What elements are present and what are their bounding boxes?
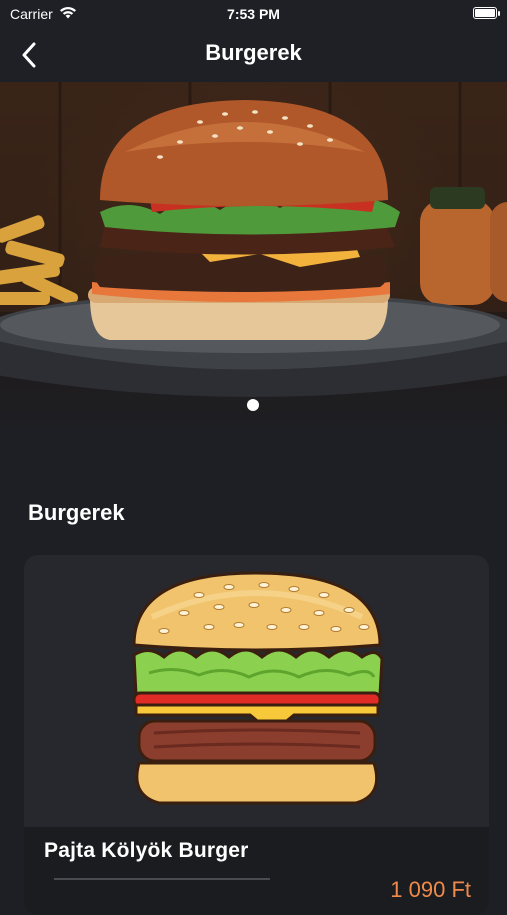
status-bar: Carrier 7:53 PM: [0, 0, 507, 28]
carousel-page-indicator[interactable]: [247, 399, 259, 411]
divider: [54, 878, 270, 880]
section-title: Burgerek: [28, 500, 125, 525]
burger-illustration: [132, 571, 384, 805]
product-name: Pajta Kölyök Burger: [44, 839, 249, 862]
product-card[interactable]: Pajta Kölyök Burger 1 090 Ft: [24, 555, 489, 915]
page-title: Burgerek: [205, 40, 302, 65]
navigation-bar: Burgerek: [0, 28, 507, 82]
battery-icon: [473, 7, 500, 19]
status-time: 7:53 PM: [227, 6, 280, 22]
hero-burger-photo: [0, 82, 507, 397]
hero-image-carousel[interactable]: [0, 82, 507, 432]
product-price: 1 090 Ft: [390, 877, 471, 902]
